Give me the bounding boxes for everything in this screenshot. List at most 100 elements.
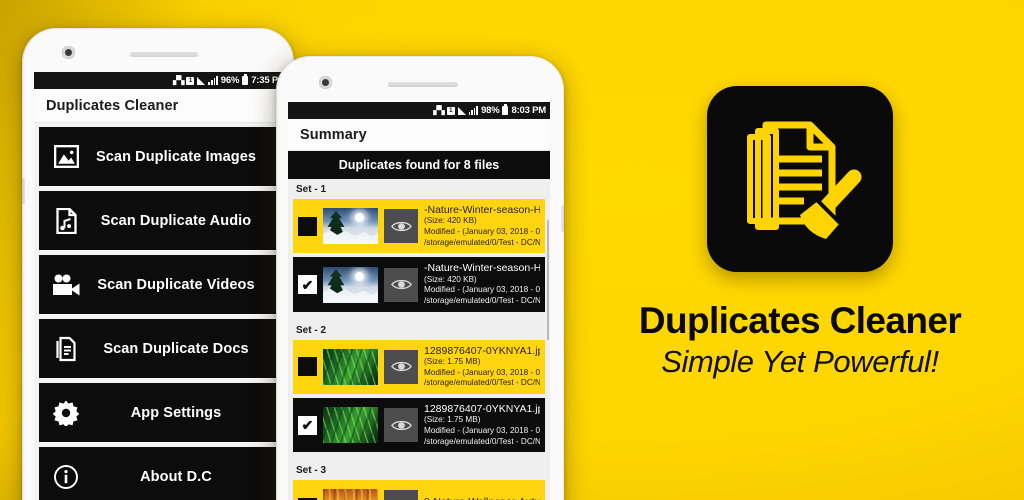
earpiece-speaker xyxy=(130,52,198,57)
battery-icon xyxy=(242,74,249,85)
battery-percent-label: 98% xyxy=(481,105,500,116)
list-scrollbar[interactable] xyxy=(547,220,549,340)
battery-percent-label: 96% xyxy=(220,75,240,86)
file-meta: 9-Nature-Wallpaper-Autum… (Size: 334 KB) xyxy=(424,496,540,500)
file-meta: -Nature-Winter-season-Hd-… (Size: 420 KB… xyxy=(424,204,540,248)
document-icon xyxy=(39,336,93,362)
signal-bars-icon xyxy=(468,106,479,115)
duplicate-list-item[interactable]: -Nature-Winter-season-Hd-… (Size: 420 KB… xyxy=(293,257,545,312)
file-thumbnail xyxy=(323,407,378,444)
clock-label: 7:35 P xyxy=(251,75,278,86)
brand-title: Duplicates Cleaner xyxy=(638,300,962,341)
menu-item-app-settings[interactable]: App Settings xyxy=(39,383,277,442)
side-button xyxy=(561,206,564,232)
set-label: Set - 2 xyxy=(288,319,550,340)
menu-item-label: Scan Duplicate Images xyxy=(95,148,257,165)
phone2-app-bar: Summary xyxy=(288,119,550,151)
set-3-items: 9-Nature-Wallpaper-Autum… (Size: 334 KB) xyxy=(288,480,550,500)
duplicate-sets-list: Set - 1 -Nature-Winter-season-Hd-… (Size… xyxy=(288,179,550,500)
phone2-status-bar: ▞▚ 1 98% 8:03 PM xyxy=(288,102,550,119)
image-icon xyxy=(39,145,93,168)
front-camera-icon xyxy=(319,76,332,89)
preview-eye-icon[interactable] xyxy=(384,490,418,500)
file-name: 1289876407-0YKNYA1.jpg xyxy=(424,403,540,416)
file-thumbnail xyxy=(323,266,378,303)
gear-icon xyxy=(39,400,93,426)
main-menu-list: Scan Duplicate Images Scan Duplicate Aud… xyxy=(34,123,282,500)
menu-item-label: Scan Duplicate Videos xyxy=(97,276,255,293)
file-modified: Modified - (January 03, 2018 - 08:0… xyxy=(424,426,540,436)
duplicate-list-item[interactable]: -Nature-Winter-season-Hd-… (Size: 420 KB… xyxy=(293,199,545,254)
file-name: 1289876407-0YKNYA1.jpg xyxy=(424,344,540,357)
item-checkbox-checked[interactable] xyxy=(298,415,317,435)
menu-item-scan-duplicate-videos[interactable]: Scan Duplicate Videos xyxy=(39,255,277,314)
duplicates-cleaner-app-icon xyxy=(707,86,893,272)
menu-item-label: About D.C xyxy=(140,468,212,485)
menu-item-scan-duplicate-images[interactable]: Scan Duplicate Images xyxy=(39,127,277,186)
sim-indicator-icon: 1 xyxy=(446,106,455,115)
page-title: Summary xyxy=(300,126,367,143)
menu-item-label: App Settings xyxy=(130,404,222,421)
network-icon: ▞▚ xyxy=(173,76,184,85)
item-checkbox-unchecked[interactable] xyxy=(298,357,317,377)
file-size: (Size: 1.75 MB) xyxy=(424,357,481,367)
file-name: -Nature-Winter-season-Hd-… xyxy=(424,204,540,216)
set-label: Set - 3 xyxy=(288,460,550,481)
file-thumbnail xyxy=(323,208,378,245)
duplicate-list-item[interactable]: 1289876407-0YKNYA1.jpg (Size: 1.75 MB) M… xyxy=(293,339,545,395)
file-meta: 1289876407-0YKNYA1.jpg (Size: 1.75 MB) M… xyxy=(424,403,540,447)
menu-item-label: Scan Duplicate Docs xyxy=(103,340,249,357)
preview-eye-icon[interactable] xyxy=(384,349,418,384)
menu-item-scan-duplicate-audio[interactable]: Scan Duplicate Audio xyxy=(39,191,277,250)
phone2-screen: ▞▚ 1 98% 8:03 PM Summary Duplicates foun… xyxy=(288,102,550,500)
phone-device-summary: ▞▚ 1 98% 8:03 PM Summary Duplicates foun… xyxy=(276,56,564,500)
set-label: Set - 1 xyxy=(288,179,550,199)
menu-item-scan-duplicate-docs[interactable]: Scan Duplicate Docs xyxy=(39,319,277,378)
info-icon xyxy=(39,464,93,490)
duplicates-found-banner: Duplicates found for 8 files xyxy=(288,151,550,179)
file-size: (Size: 1.75 MB) xyxy=(424,415,481,425)
preview-eye-icon[interactable] xyxy=(384,408,418,443)
audio-file-icon xyxy=(39,207,93,234)
network-icon: ▞▚ xyxy=(433,106,444,115)
file-modified: Modified - (January 03, 2018 - 08:0… xyxy=(424,227,540,237)
file-path: /storage/emulated/0/Test - DC/N… xyxy=(424,237,540,247)
file-size: (Size: 420 KB) xyxy=(424,274,477,284)
set-1-items: -Nature-Winter-season-Hd-… (Size: 420 KB… xyxy=(288,199,550,320)
brand-subtitle: Simple Yet Powerful! xyxy=(661,344,939,379)
signal-triangle-icon xyxy=(197,76,206,85)
set-2-items: 1289876407-0YKNYA1.jpg (Size: 1.75 MB) M… xyxy=(288,339,550,461)
file-name: -Nature-Winter-season-Hd-… xyxy=(424,262,540,275)
file-thumbnail xyxy=(323,348,378,385)
battery-icon xyxy=(502,104,509,115)
side-button xyxy=(22,178,25,204)
file-modified: Modified - (January 03, 2018 - 08:0… xyxy=(424,367,540,377)
menu-item-about[interactable]: About D.C xyxy=(39,447,277,500)
video-camera-icon xyxy=(39,274,93,296)
clock-label: 8:03 PM xyxy=(511,105,546,116)
front-camera-icon xyxy=(62,46,75,59)
file-path: /storage/emulated/0/Test - DC/N… xyxy=(424,296,540,306)
file-thumbnail xyxy=(323,489,378,500)
phone1-screen: ▞▚ 1 96% 7:35 P Duplicates Cleaner Scan … xyxy=(34,72,282,500)
duplicate-list-item[interactable]: 1289876407-0YKNYA1.jpg (Size: 1.75 MB) M… xyxy=(293,398,545,453)
signal-triangle-icon xyxy=(457,106,466,115)
phone1-app-bar: Duplicates Cleaner xyxy=(34,89,282,123)
menu-item-label: Scan Duplicate Audio xyxy=(100,212,252,229)
item-checkbox-unchecked[interactable] xyxy=(298,216,317,236)
file-size: (Size: 420 KB) xyxy=(424,216,477,226)
file-path: /storage/emulated/0/Test - DC/N… xyxy=(424,378,540,388)
file-meta: -Nature-Winter-season-Hd-… (Size: 420 KB… xyxy=(424,262,540,306)
earpiece-speaker xyxy=(388,82,458,87)
signal-bars-icon xyxy=(208,76,218,85)
page-title: Duplicates Cleaner xyxy=(46,97,179,114)
item-checkbox-checked[interactable] xyxy=(298,275,317,295)
phone-device-menu: ▞▚ 1 96% 7:35 P Duplicates Cleaner Scan … xyxy=(22,28,294,500)
file-meta: 1289876407-0YKNYA1.jpg (Size: 1.75 MB) M… xyxy=(424,345,540,389)
duplicate-list-item[interactable]: 9-Nature-Wallpaper-Autum… (Size: 334 KB) xyxy=(293,480,545,500)
preview-eye-icon[interactable] xyxy=(384,267,418,302)
phone1-status-bar: ▞▚ 1 96% 7:35 P xyxy=(34,72,282,89)
preview-eye-icon[interactable] xyxy=(384,209,418,244)
brand-text: Duplicates Cleaner Simple Yet Powerful! xyxy=(600,300,1000,380)
file-modified: Modified - (January 03, 2018 - 08:0… xyxy=(424,285,540,295)
